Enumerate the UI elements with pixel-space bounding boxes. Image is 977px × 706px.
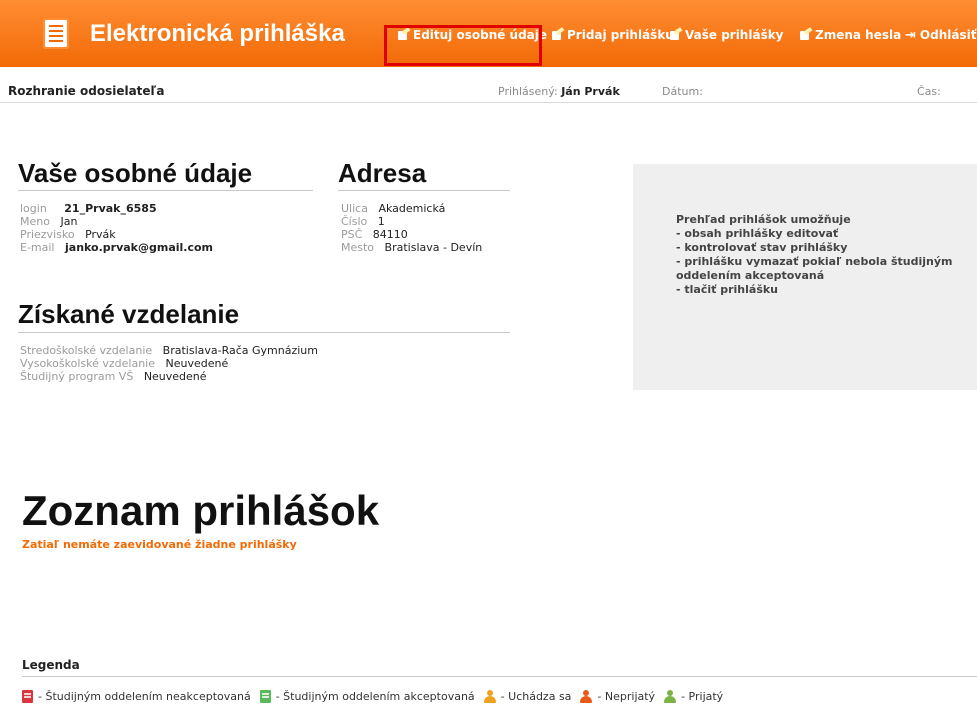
legend-title: Legenda bbox=[22, 658, 80, 672]
green-document-icon bbox=[259, 690, 271, 703]
nav-your-applications[interactable]: Vaše prihlášky bbox=[669, 26, 784, 44]
info-panel: Prehľad prihlášok umožňuje - obsah prihl… bbox=[633, 164, 977, 390]
app-title: Elektronická prihláška bbox=[90, 20, 345, 47]
sub-header: Rozhranie odosielateľa Prihlásený: Ján P… bbox=[0, 76, 977, 103]
nav-label: Odhlásiť bbox=[919, 28, 977, 42]
legend-item-applying: - Uchádza sa bbox=[500, 690, 572, 703]
field-email: E-mail janko.prvak@gmail.com bbox=[20, 241, 214, 254]
empty-applications-message: Zatiaľ nemáte zaevidované žiadne prihláš… bbox=[22, 538, 297, 551]
add-document-icon bbox=[551, 29, 563, 41]
red-person-icon bbox=[580, 690, 593, 703]
documents-icon bbox=[669, 29, 681, 41]
field-first-name: Meno Jan bbox=[20, 215, 78, 228]
field-street: Ulica Akademická bbox=[341, 202, 446, 215]
field-postal-code: PSČ 84110 bbox=[341, 228, 408, 241]
education-fields: Stredoškolské vzdelanie Bratislava-Rača … bbox=[20, 344, 318, 383]
document-logo-icon bbox=[43, 18, 69, 49]
section-label: Rozhranie odosielateľa bbox=[8, 84, 165, 98]
time-label: Čas: bbox=[917, 85, 941, 98]
nav-edit-personal-data[interactable]: Edituj osobné údaje bbox=[397, 26, 547, 44]
field-study-program: Študijný program VŠ Neuvedené bbox=[20, 370, 207, 383]
date-label: Dátum: bbox=[662, 85, 703, 98]
field-number: Číslo 1 bbox=[341, 215, 385, 228]
orange-person-icon bbox=[483, 690, 496, 703]
education-title: Získané vzdelanie bbox=[18, 299, 240, 329]
legend: - Študijným oddelením neakceptovaná - Št… bbox=[22, 690, 723, 703]
logged-in-info: Prihlásený: Ján Prvák bbox=[498, 85, 620, 98]
divider bbox=[22, 676, 977, 677]
applications-title: Zoznam prihlášok bbox=[22, 487, 380, 534]
personal-data-title: Vaše osobné údaje bbox=[18, 158, 253, 188]
legend-item-rejected: - Neprijatý bbox=[597, 690, 656, 703]
address-fields: Ulica Akademická Číslo 1 PSČ 84110 Mesto… bbox=[341, 202, 482, 254]
field-city: Mesto Bratislava - Devín bbox=[341, 241, 483, 254]
logged-label: Prihlásený: bbox=[498, 85, 558, 98]
logout-icon: ⇥ bbox=[905, 27, 916, 43]
edit-icon bbox=[397, 29, 409, 41]
nav-logout[interactable]: ⇥ Odhlásiť bbox=[905, 26, 976, 44]
legend-item-admitted: - Prijatý bbox=[681, 690, 724, 703]
red-document-icon bbox=[22, 690, 33, 703]
nav-label: Zmena hesla bbox=[815, 28, 902, 42]
nav-label: Edituj osobné údaje bbox=[413, 28, 548, 42]
nav-add-application[interactable]: Pridaj prihlášku bbox=[551, 26, 674, 44]
logged-user: Ján Prvák bbox=[561, 85, 620, 98]
legend-item-not-accepted: - Študijným oddelením neakceptovaná bbox=[38, 690, 251, 703]
divider bbox=[18, 190, 313, 191]
nav-label: Vaše prihlášky bbox=[685, 28, 784, 42]
nav-change-password[interactable]: Zmena hesla bbox=[799, 26, 901, 44]
address-title: Adresa bbox=[338, 158, 427, 188]
nav-label: Pridaj prihlášku bbox=[567, 28, 674, 42]
divider bbox=[18, 332, 510, 333]
top-bar: Elektronická prihláška Edituj osobné úda… bbox=[0, 0, 977, 76]
legend-item-accepted: - Študijným oddelením akceptovaná bbox=[275, 690, 475, 703]
divider bbox=[338, 190, 510, 191]
field-university: Vysokoškolské vzdelanie Neuvedené bbox=[20, 357, 229, 370]
edit-password-icon bbox=[799, 29, 811, 41]
field-login: login 21_Prvak_6585 bbox=[20, 202, 157, 215]
info-text: Prehľad prihlášok umožňuje - obsah prihl… bbox=[676, 213, 953, 296]
green-person-icon bbox=[664, 690, 677, 703]
field-high-school: Stredoškolské vzdelanie Bratislava-Rača … bbox=[20, 344, 318, 357]
personal-fields: login 21_Prvak_6585 Meno Jan Priezvisko … bbox=[20, 202, 213, 254]
field-last-name: Priezvisko Prvák bbox=[20, 228, 116, 241]
